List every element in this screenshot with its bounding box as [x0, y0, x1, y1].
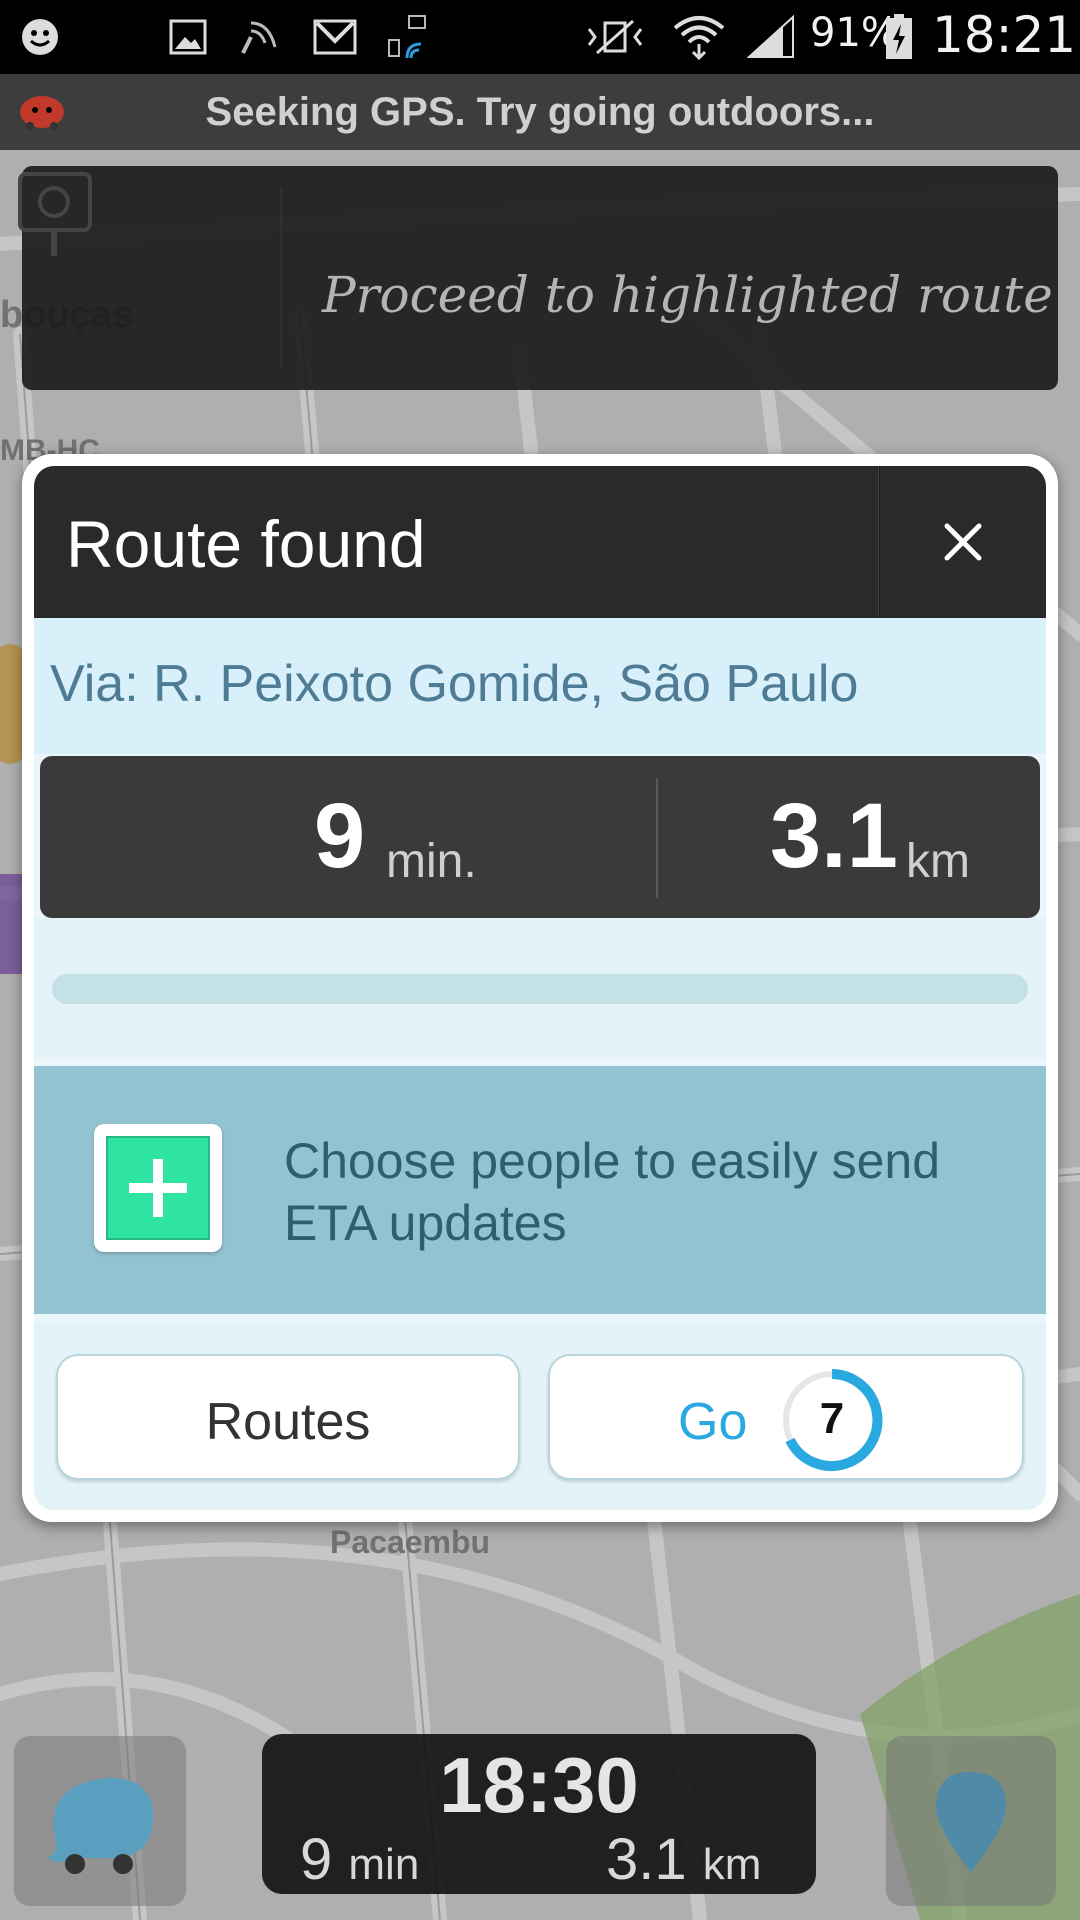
report-button[interactable]: [886, 1736, 1056, 1906]
status-bar: 91% 18:21: [0, 0, 1080, 74]
eta-duration: 9 min: [300, 1826, 419, 1893]
duration-value: 9: [314, 785, 366, 887]
duration-unit: min.: [386, 835, 477, 888]
signal-icon: [746, 14, 796, 60]
add-contacts-button[interactable]: [94, 1124, 222, 1252]
wifi-icon: [672, 14, 726, 60]
go-button-label: Go: [678, 1393, 748, 1451]
map-pin-icon: [936, 1772, 1006, 1872]
eta-distance: 3.1 km: [606, 1826, 761, 1893]
route-found-dialog: Route found Via: R. Peixoto Gomide, São …: [22, 454, 1058, 1522]
go-button[interactable]: Go 7: [548, 1354, 1024, 1480]
via-row: Via: R. Peixoto Gomide, São Paulo: [34, 618, 1046, 754]
waze-alert-icon: [20, 96, 64, 130]
dialog-header: Route found: [34, 466, 1046, 618]
countdown-value: 7: [819, 1394, 845, 1443]
eta-duration-value: 9: [300, 1827, 333, 1892]
close-icon: [944, 523, 982, 561]
waze-smiley-icon: [18, 14, 62, 60]
via-text: Via: R. Peixoto Gomide, São Paulo: [50, 655, 859, 713]
eta-prompt-text: Choose people to easily send ETA updates: [284, 1133, 941, 1251]
eta-distance-value: 3.1: [606, 1827, 687, 1892]
gps-status-banner: Seeking GPS. Try going outdoors...: [0, 74, 1080, 150]
dialog-actions: Routes Go 7: [34, 1322, 1046, 1510]
plus-icon: [106, 1136, 210, 1240]
battery-charging-icon: [884, 14, 914, 60]
distance-value: 3.1: [770, 785, 898, 887]
route-stats: 9 min. 3.1 km: [40, 756, 1040, 918]
routes-button[interactable]: Routes: [56, 1354, 520, 1480]
network-icon: [384, 14, 430, 60]
mail-icon: [312, 14, 358, 60]
image-icon: [168, 14, 208, 60]
waze-menu-button[interactable]: [14, 1736, 186, 1906]
progress-area: [34, 918, 1046, 1058]
routes-button-label: Routes: [205, 1393, 371, 1451]
eta-distance-unit: km: [702, 1840, 762, 1889]
broadcast-icon: [236, 14, 284, 60]
dialog-body: Route found Via: R. Peixoto Gomide, São …: [34, 466, 1046, 1510]
stats-divider: [656, 778, 658, 898]
progress-track: [52, 974, 1028, 1004]
dialog-title: Route found: [66, 507, 426, 581]
vibrate-icon: [584, 14, 646, 60]
gps-status-text: Seeking GPS. Try going outdoors...: [205, 89, 875, 134]
close-button[interactable]: [880, 466, 1046, 618]
waze-icon: [47, 1777, 154, 1874]
eta-summary-bar[interactable]: 18:30 9 min 3.1 km: [262, 1734, 816, 1894]
clock: 18:21: [932, 6, 1077, 64]
eta-duration-unit: min: [348, 1840, 420, 1889]
countdown-timer: 7: [778, 1366, 886, 1474]
distance-unit: km: [906, 835, 970, 888]
arrival-time: 18:30: [439, 1741, 639, 1829]
eta-contacts-row[interactable]: Choose people to easily send ETA updates: [34, 1066, 1046, 1314]
